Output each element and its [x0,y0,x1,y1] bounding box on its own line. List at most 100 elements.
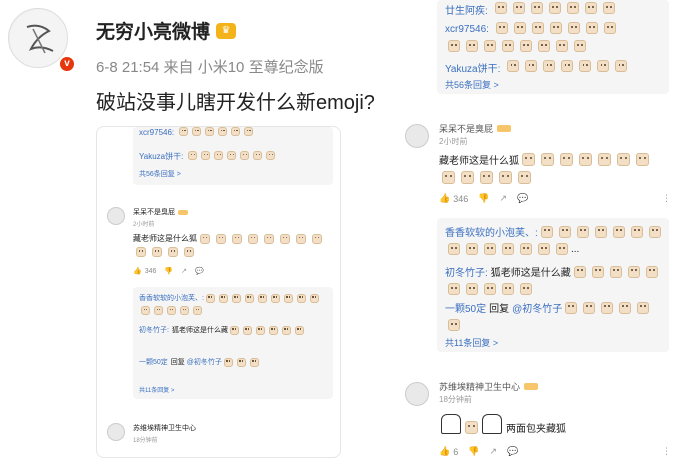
reply-name[interactable]: 初冬竹子: [139,325,169,335]
user-avatar[interactable] [405,382,429,406]
sub-replies-box: 香香软软的小泡芙、: 初冬竹子: 狐老师这是什么藏 一颗50定 回复 @初冬竹子… [133,287,333,399]
reply-name[interactable]: Yakuza饼干: [445,60,500,75]
more-replies-link[interactable]: 共11条回复 > [445,336,498,349]
fox-emoji-icon [502,243,514,255]
fox-emoji-icon [232,233,242,244]
fox-emoji-icon [507,60,520,72]
comment-actions: 👍 346 👎 ↗ 💬 ⋮ [439,193,671,204]
fox-emoji-icon [448,283,460,295]
fox-emoji-icon [558,225,571,238]
fox-emoji-icon [627,265,640,278]
user-avatar[interactable] [107,207,125,225]
fox-emoji-icon [598,153,611,166]
reply-name[interactable]: 初冬竹子: [445,264,488,279]
fox-emoji-icon [244,293,254,303]
more-replies-link[interactable]: 共56条回复 > [445,78,499,91]
fox-emoji-icon [495,22,508,34]
fox-emoji-icon [531,22,544,34]
fox-emoji-icon [494,2,507,14]
like-count: 6 [453,446,459,457]
fox-emoji-icon [597,60,610,72]
reply-name[interactable]: 香香软软的小泡芙、: [445,224,538,239]
fox-emoji-icon [179,127,189,136]
fox-emoji-icon [281,325,291,335]
reply-mention[interactable]: @初冬竹子 [187,357,222,367]
fox-emoji-icon [312,233,322,244]
more-replies-link[interactable]: 共56条回复 > [139,169,181,179]
fox-emoji-icon [205,293,215,303]
fox-emoji-icon [612,225,625,238]
like-icon[interactable]: 👍 [439,446,450,457]
reply-name[interactable]: 廿生阿疾: [445,2,488,17]
fox-emoji-icon [591,265,604,278]
fox-emoji-icon [296,293,306,303]
embedded-screenshot-large[interactable]: 廿生阿疾: xcr97546: Yakuza饼干: 共56条回复 > 呆呆不是臭… [397,0,674,460]
comment-user[interactable]: 苏维埃精神卫生中心 [133,423,196,433]
embedded-screenshot-small[interactable]: xcr97546: Yakuza饼干: 共56条回复 > 呆呆不是臭屁 2小时前… [96,126,341,458]
bread-slice-icon [441,413,461,434]
fox-emoji-icon [520,243,532,255]
reply-icon[interactable]: 💬 [195,267,204,275]
more-options-icon[interactable]: ⋮ [662,193,671,204]
fox-emoji-icon [136,247,146,257]
dislike-icon[interactable]: 👎 [468,446,479,457]
reply-name[interactable]: Yakuza饼干: [139,151,183,162]
fox-emoji-icon [218,127,228,136]
dislike-icon[interactable]: 👎 [478,193,489,204]
comment-text: 藏老师这是什么狐 [133,234,197,243]
fox-emoji-icon [244,127,254,136]
fox-emoji-icon [242,325,252,335]
fox-emoji-icon [540,225,553,238]
emoji-line [493,22,619,37]
dislike-icon[interactable]: 👎 [164,267,173,275]
author-name[interactable]: 无穷小亮微博 [96,17,210,44]
reply-mention[interactable]: @初冬竹子 [512,300,562,315]
reply-name[interactable]: xcr97546: [139,128,174,137]
fox-emoji-icon [249,357,259,367]
comment-user[interactable]: 苏维埃精神卫生中心 [439,380,520,393]
reply-name[interactable]: 一颗50定 [139,357,168,367]
author-name-row[interactable]: 无穷小亮微博 ♛ [96,17,237,44]
fox-emoji-icon [152,247,162,257]
comment-actions: 👍 6 👎 ↗ 💬 ⋮ [439,446,671,457]
reply-name[interactable]: 一颗50定 [445,300,486,315]
fox-emoji-icon [538,40,550,52]
reply-row: 一颗50定 回复 @初冬竹子 [139,357,329,367]
like-icon[interactable]: 👍 [439,193,450,204]
fox-emoji-icon [248,233,258,244]
level-badge-icon [178,209,188,215]
top-replies-box: xcr97546: Yakuza饼干: 共56条回复 > [133,127,333,185]
fox-emoji-icon [512,2,525,14]
reply-name[interactable]: xcr97546: [445,24,489,35]
user-avatar[interactable] [405,124,429,148]
fox-emoji-icon [141,306,150,315]
comment-user[interactable]: 呆呆不是臭屁 [133,207,175,217]
reply-icon[interactable]: 💬 [517,193,528,204]
user-avatar[interactable] [107,423,125,441]
reply-row: Yakuza饼干: [445,60,630,75]
fox-emoji-icon [602,2,615,14]
fox-emoji-icon [538,243,550,255]
post-meta: 6-8 21:54 来自 小米10 至尊纪念版 [96,59,324,76]
emoji-line [186,151,277,162]
fox-emoji-icon [283,293,293,303]
reply-name[interactable]: 香香软软的小泡芙、: [139,293,204,303]
like-count: 346 [144,267,157,275]
comment-body: 两面包夹藏狐 [441,412,566,435]
more-options-icon[interactable]: ⋮ [662,446,671,457]
reply-icon[interactable]: 💬 [507,446,518,457]
fox-emoji-icon [270,293,280,303]
emoji-line [492,2,618,17]
fox-emoji-icon [645,265,658,278]
like-icon[interactable]: 👍 [133,267,142,275]
fox-emoji-icon [294,325,304,335]
comment-user-row: 呆呆不是臭屁 [133,207,188,217]
fox-emoji-icon [240,151,250,160]
share-icon[interactable]: ↗ [181,267,187,275]
share-icon[interactable]: ↗ [499,193,507,204]
comment-user[interactable]: 呆呆不是臭屁 [439,122,493,135]
fox-emoji-icon [630,225,643,238]
more-replies-link[interactable]: 共11条回复 > [139,385,174,394]
fox-emoji-icon [619,301,632,314]
share-icon[interactable]: ↗ [489,446,497,457]
